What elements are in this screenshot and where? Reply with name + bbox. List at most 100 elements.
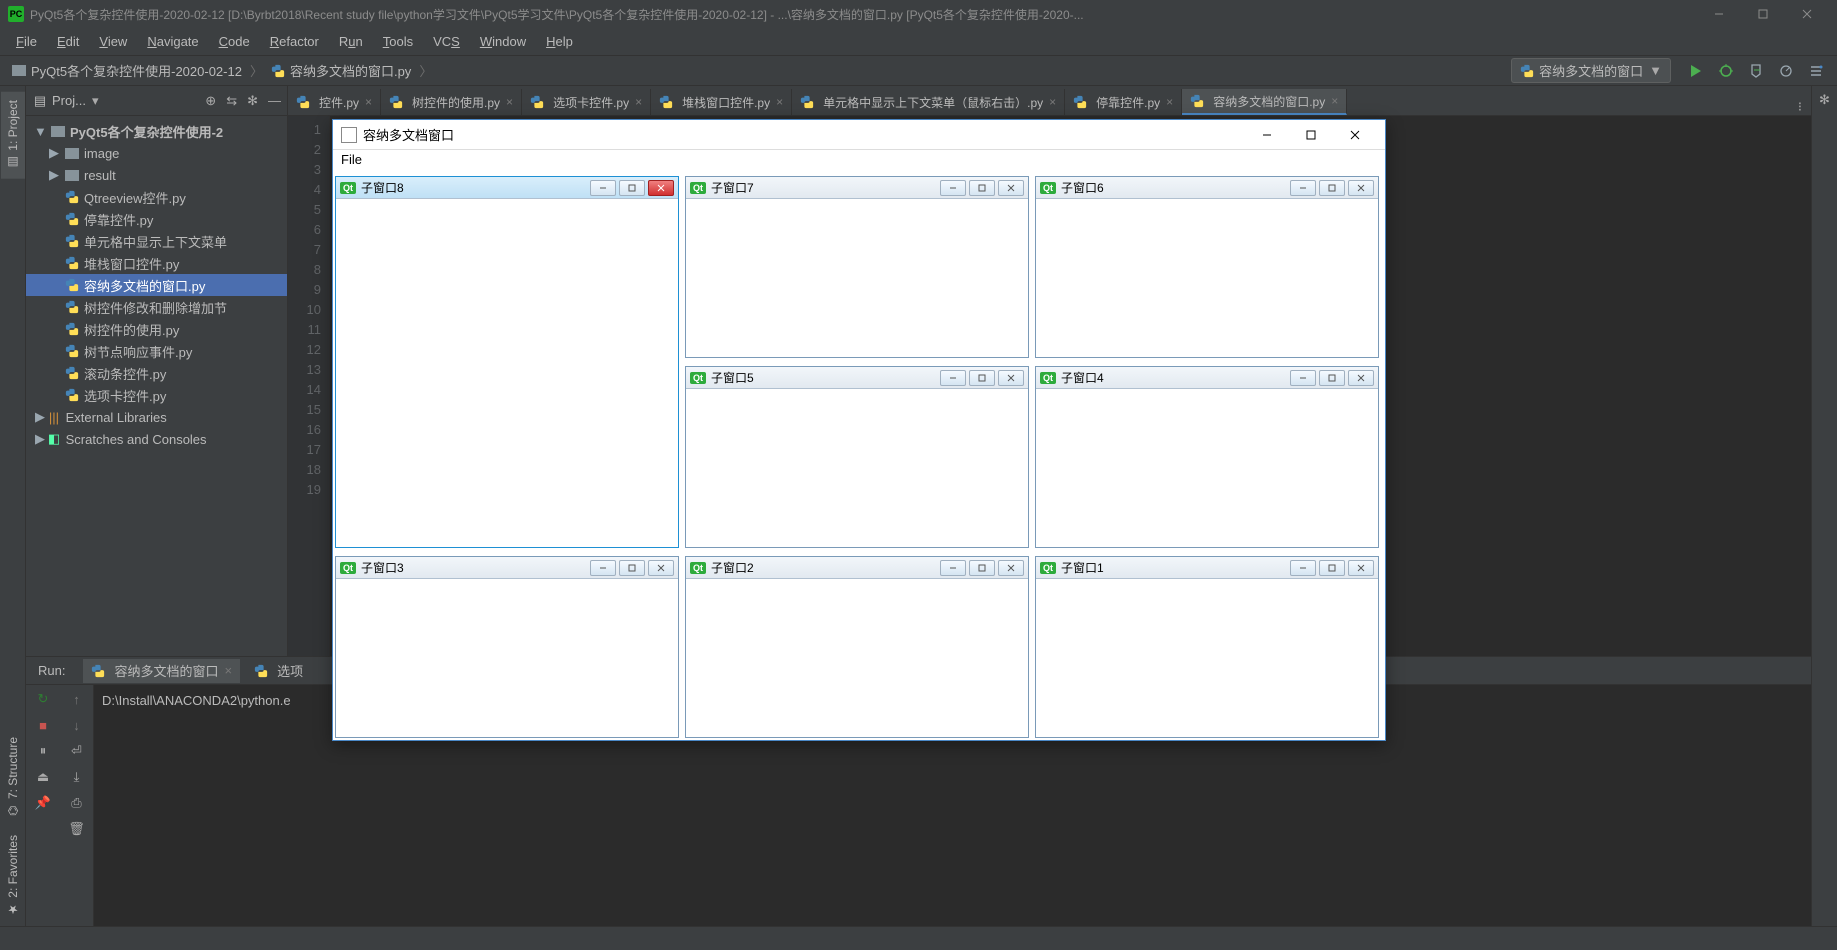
mdi-sub-window[interactable]: Qt子窗口5	[685, 366, 1029, 548]
chevron-down-icon[interactable]: ▾	[92, 93, 99, 109]
delete-icon[interactable]: 🗑	[69, 821, 85, 837]
tree-file[interactable]: 单元格中显示上下文菜单	[26, 230, 287, 252]
close-button[interactable]	[1333, 120, 1377, 150]
close-button[interactable]	[648, 180, 674, 196]
close-button[interactable]	[1348, 370, 1374, 386]
menu-file[interactable]: File	[6, 32, 47, 51]
soft-wrap-icon[interactable]: ⏎	[69, 743, 85, 759]
down-icon[interactable]: ↓	[69, 717, 85, 733]
mdi-sub-window[interactable]: Qt子窗口4	[1035, 366, 1379, 548]
editor-tab[interactable]: 选项卡控件.py×	[522, 89, 651, 115]
tabs-dropdown-icon[interactable]: ⁝	[1789, 99, 1811, 115]
rerun-icon[interactable]: ↻	[35, 691, 51, 707]
sub-window-body[interactable]	[336, 199, 678, 547]
mdi-sub-window[interactable]: Qt子窗口6	[1035, 176, 1379, 358]
menu-view[interactable]: View	[89, 32, 137, 51]
qt-mdi-window[interactable]: 容纳多文档窗口 File Qt子窗口8Qt子窗口7Qt子窗口6Qt子窗口5Qt子…	[332, 119, 1386, 741]
close-icon[interactable]: ×	[635, 95, 642, 109]
close-button[interactable]	[648, 560, 674, 576]
editor-tab[interactable]: 堆栈窗口控件.py×	[651, 89, 792, 115]
tree-file[interactable]: 堆栈窗口控件.py	[26, 252, 287, 274]
menu-edit[interactable]: Edit	[47, 32, 89, 51]
sub-window-titlebar[interactable]: Qt子窗口8	[336, 177, 678, 199]
tree-file[interactable]: 树节点响应事件.py	[26, 340, 287, 362]
tree-file[interactable]: 停靠控件.py	[26, 208, 287, 230]
minimize-button[interactable]	[1697, 0, 1741, 28]
print-icon[interactable]: ⎙	[69, 795, 85, 811]
sub-window-titlebar[interactable]: Qt子窗口2	[686, 557, 1028, 579]
favorites-tool-tab[interactable]: ★2: Favorites	[1, 827, 25, 926]
qt-menu-file[interactable]: File	[341, 152, 362, 167]
minimize-button[interactable]	[940, 370, 966, 386]
pause-icon[interactable]: ⏸	[35, 743, 51, 759]
pin-icon[interactable]: 📌	[35, 795, 51, 811]
breadcrumb-file[interactable]: 容纳多文档的窗口.py	[265, 61, 417, 80]
minimize-button[interactable]	[1290, 560, 1316, 576]
run-button[interactable]	[1684, 59, 1708, 83]
sub-window-body[interactable]	[1036, 579, 1378, 737]
tree-file[interactable]: Qtreeview控件.py	[26, 186, 287, 208]
breadcrumb-project[interactable]: PyQt5各个复杂控件使用-2020-02-12	[6, 61, 248, 80]
close-button[interactable]	[1348, 180, 1374, 196]
sub-window-titlebar[interactable]: Qt子窗口4	[1036, 367, 1378, 389]
editor-tab[interactable]: 容纳多文档的窗口.py×	[1182, 89, 1347, 115]
menu-code[interactable]: Code	[209, 32, 260, 51]
maximize-button[interactable]	[619, 180, 645, 196]
expand-icon[interactable]: ⇆	[226, 93, 237, 109]
up-icon[interactable]: ↑	[69, 691, 85, 707]
minimize-button[interactable]	[940, 180, 966, 196]
close-button[interactable]	[998, 180, 1024, 196]
search-everywhere-button[interactable]	[1804, 59, 1828, 83]
close-icon[interactable]: ×	[1049, 95, 1056, 109]
menu-navigate[interactable]: Navigate	[137, 32, 208, 51]
run-configuration-dropdown[interactable]: 容纳多文档的窗口 ▼	[1511, 58, 1671, 83]
tree-file[interactable]: 滚动条控件.py	[26, 362, 287, 384]
sub-window-body[interactable]	[686, 199, 1028, 357]
menu-window[interactable]: Window	[470, 32, 536, 51]
maximize-button[interactable]	[1741, 0, 1785, 28]
menu-vcs[interactable]: VCS	[423, 32, 470, 51]
sub-window-titlebar[interactable]: Qt子窗口3	[336, 557, 678, 579]
maximize-button[interactable]	[969, 560, 995, 576]
tree-file[interactable]: 容纳多文档的窗口.py	[26, 274, 287, 296]
mdi-sub-window[interactable]: Qt子窗口7	[685, 176, 1029, 358]
tree-root[interactable]: ▼PyQt5各个复杂控件使用-2	[26, 120, 287, 142]
close-icon[interactable]: ×	[365, 95, 372, 109]
structure-tool-tab[interactable]: ⌬7: Structure	[1, 729, 25, 827]
maximize-button[interactable]	[1319, 180, 1345, 196]
editor-tab[interactable]: 树控件的使用.py×	[381, 89, 522, 115]
editor-tab[interactable]: 停靠控件.py×	[1065, 89, 1182, 115]
mdi-sub-window[interactable]: Qt子窗口2	[685, 556, 1029, 738]
qt-mdi-area[interactable]: Qt子窗口8 Qt子窗口7Qt子窗口6 Qt子窗口5 Qt子窗口4 Qt子窗口3 Qt子窗…	[333, 174, 1385, 740]
minimize-button[interactable]	[1290, 180, 1316, 196]
close-icon[interactable]: ×	[1166, 95, 1173, 109]
mdi-sub-window[interactable]: Qt子窗口8	[335, 176, 679, 548]
close-icon[interactable]: ×	[506, 95, 513, 109]
sub-window-body[interactable]	[686, 389, 1028, 547]
gear-icon[interactable]: ✻	[247, 93, 258, 109]
close-icon[interactable]: ×	[776, 95, 783, 109]
minimize-button[interactable]	[590, 180, 616, 196]
exit-icon[interactable]: ⏏	[35, 769, 51, 785]
menu-run[interactable]: Run	[329, 32, 373, 51]
tree-scratches[interactable]: ▶◧ Scratches and Consoles	[26, 428, 287, 450]
close-icon[interactable]: ×	[1331, 94, 1338, 108]
locate-icon[interactable]: ⊕	[205, 93, 216, 109]
stop-icon[interactable]: ■	[35, 717, 51, 733]
tree-file[interactable]: 选项卡控件.py	[26, 384, 287, 406]
sub-window-titlebar[interactable]: Qt子窗口5	[686, 367, 1028, 389]
run-tab[interactable]: 选项	[246, 659, 311, 683]
maximize-button[interactable]	[619, 560, 645, 576]
sub-window-titlebar[interactable]: Qt子窗口1	[1036, 557, 1378, 579]
tree-folder[interactable]: ▶image	[26, 142, 287, 164]
close-icon[interactable]: ×	[224, 663, 232, 678]
maximize-button[interactable]	[1289, 120, 1333, 150]
sub-window-body[interactable]	[336, 579, 678, 737]
project-tool-tab[interactable]: ▤1: Project	[1, 92, 25, 179]
scroll-end-icon[interactable]: ⤓	[69, 769, 85, 785]
mdi-sub-window[interactable]: Qt子窗口1	[1035, 556, 1379, 738]
profile-button[interactable]	[1774, 59, 1798, 83]
tree-file[interactable]: 树控件的使用.py	[26, 318, 287, 340]
maximize-button[interactable]	[1319, 560, 1345, 576]
editor-tab[interactable]: 控件.py×	[288, 89, 381, 115]
